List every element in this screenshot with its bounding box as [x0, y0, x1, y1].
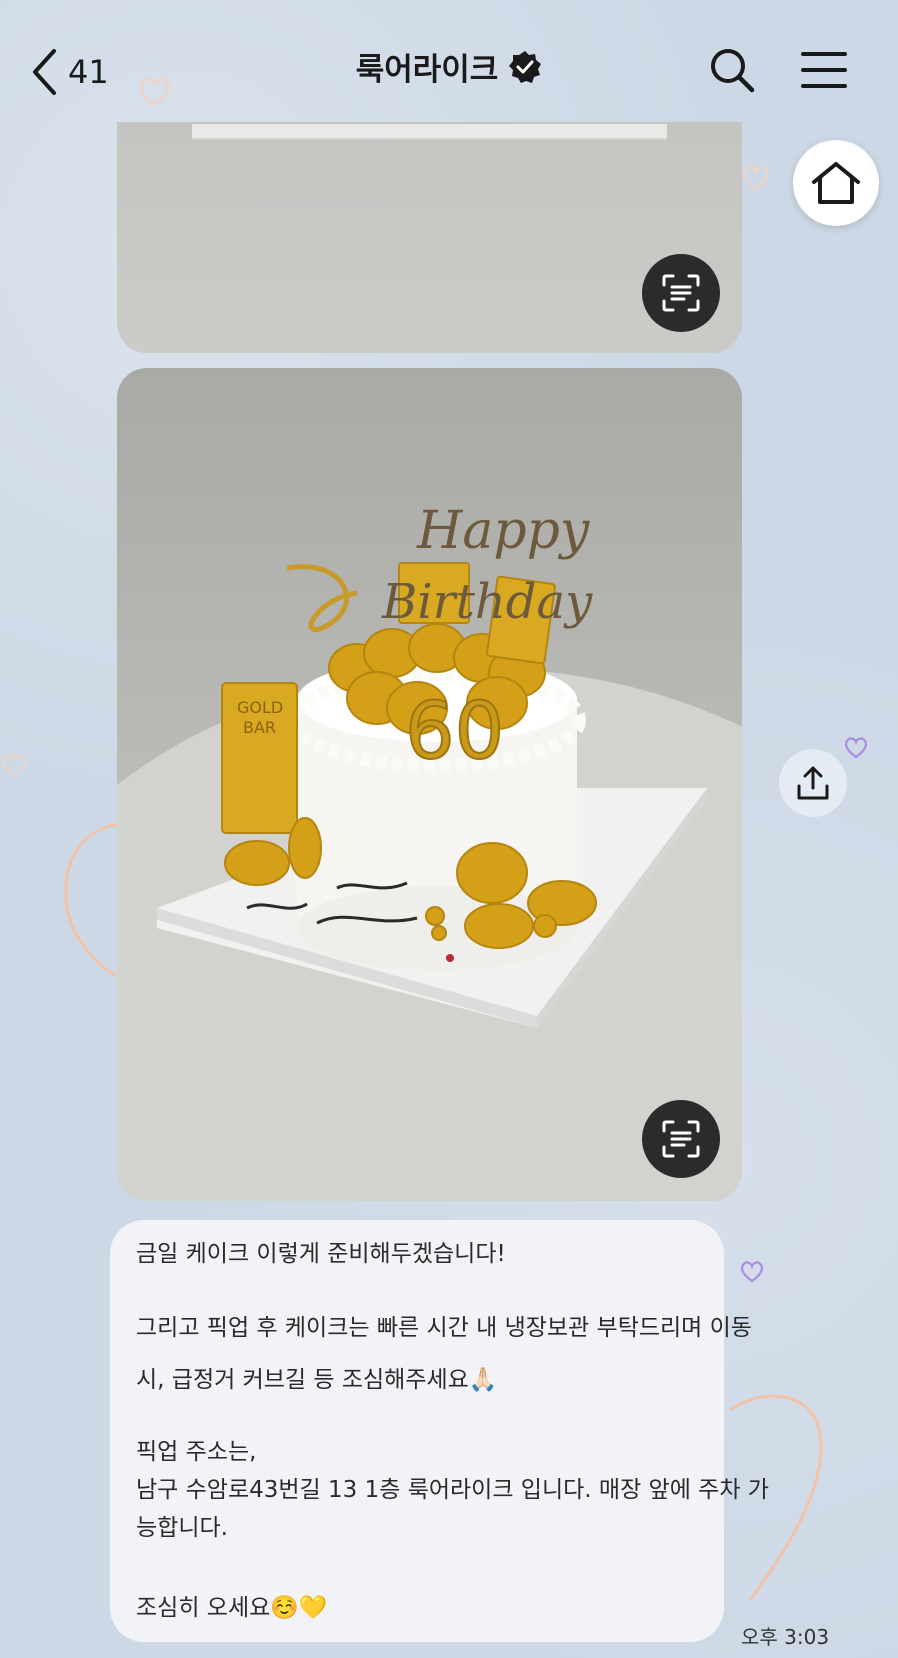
- hamburger-menu-icon: [801, 52, 847, 88]
- message-text-line: 픽업 주소는,: [136, 1439, 257, 1465]
- text-scan-icon: [662, 1120, 700, 1158]
- cake-topper-text: Happy: [416, 501, 590, 561]
- home-icon: [812, 162, 860, 204]
- cake-photo-top[interactable]: [117, 122, 742, 353]
- cake-photo-main[interactable]: GOLD BAR Happy Birthday 60: [117, 368, 742, 1201]
- svg-text:GOLD: GOLD: [237, 698, 283, 717]
- photo-board-edge: [192, 124, 667, 140]
- cake-illustration: GOLD BAR Happy Birthday 60: [117, 501, 742, 1201]
- share-icon: [797, 766, 829, 800]
- chat-header: 41 룩어라이크: [0, 0, 898, 120]
- svg-text:Birthday: Birthday: [381, 574, 593, 630]
- message-text-line: 능합니다.: [136, 1515, 228, 1541]
- svg-text:60: 60: [405, 687, 504, 777]
- verified-badge-icon: [509, 50, 542, 83]
- text-scan-button[interactable]: [642, 254, 720, 332]
- share-button[interactable]: [779, 749, 847, 817]
- message-text-line: 금일 케이크 이렇게 준비해두겠습니다!: [136, 1241, 506, 1267]
- message-text-line: 그리고 픽업 후 케이크는 빠른 시간 내 냉장보관 부탁드리며 이동: [136, 1315, 752, 1341]
- svg-text:BAR: BAR: [243, 718, 276, 737]
- home-button[interactable]: [793, 140, 879, 226]
- message-timestamp: 오후 3:03: [741, 1625, 830, 1649]
- message-bubble[interactable]: 금일 케이크 이렇게 준비해두겠습니다! 그리고 픽업 후 케이크는 빠른 시간…: [110, 1220, 769, 1642]
- search-icon: [711, 49, 755, 93]
- text-scan-button[interactable]: [642, 1100, 720, 1178]
- message-text-line: 시, 급정거 커브길 등 조심해주세요🙏🏻: [136, 1367, 498, 1393]
- search-button[interactable]: [708, 46, 756, 94]
- title-group: 룩어라이크: [0, 44, 898, 89]
- chat-title: 룩어라이크: [355, 52, 499, 88]
- message-text-line: 남구 수암로43번길 13 1층 룩어라이크 입니다. 매장 앞에 주차 가: [136, 1477, 769, 1503]
- menu-button[interactable]: [801, 50, 847, 90]
- message-text-line: 조심히 오세요☺️💛: [136, 1595, 328, 1621]
- text-scan-icon: [662, 274, 700, 312]
